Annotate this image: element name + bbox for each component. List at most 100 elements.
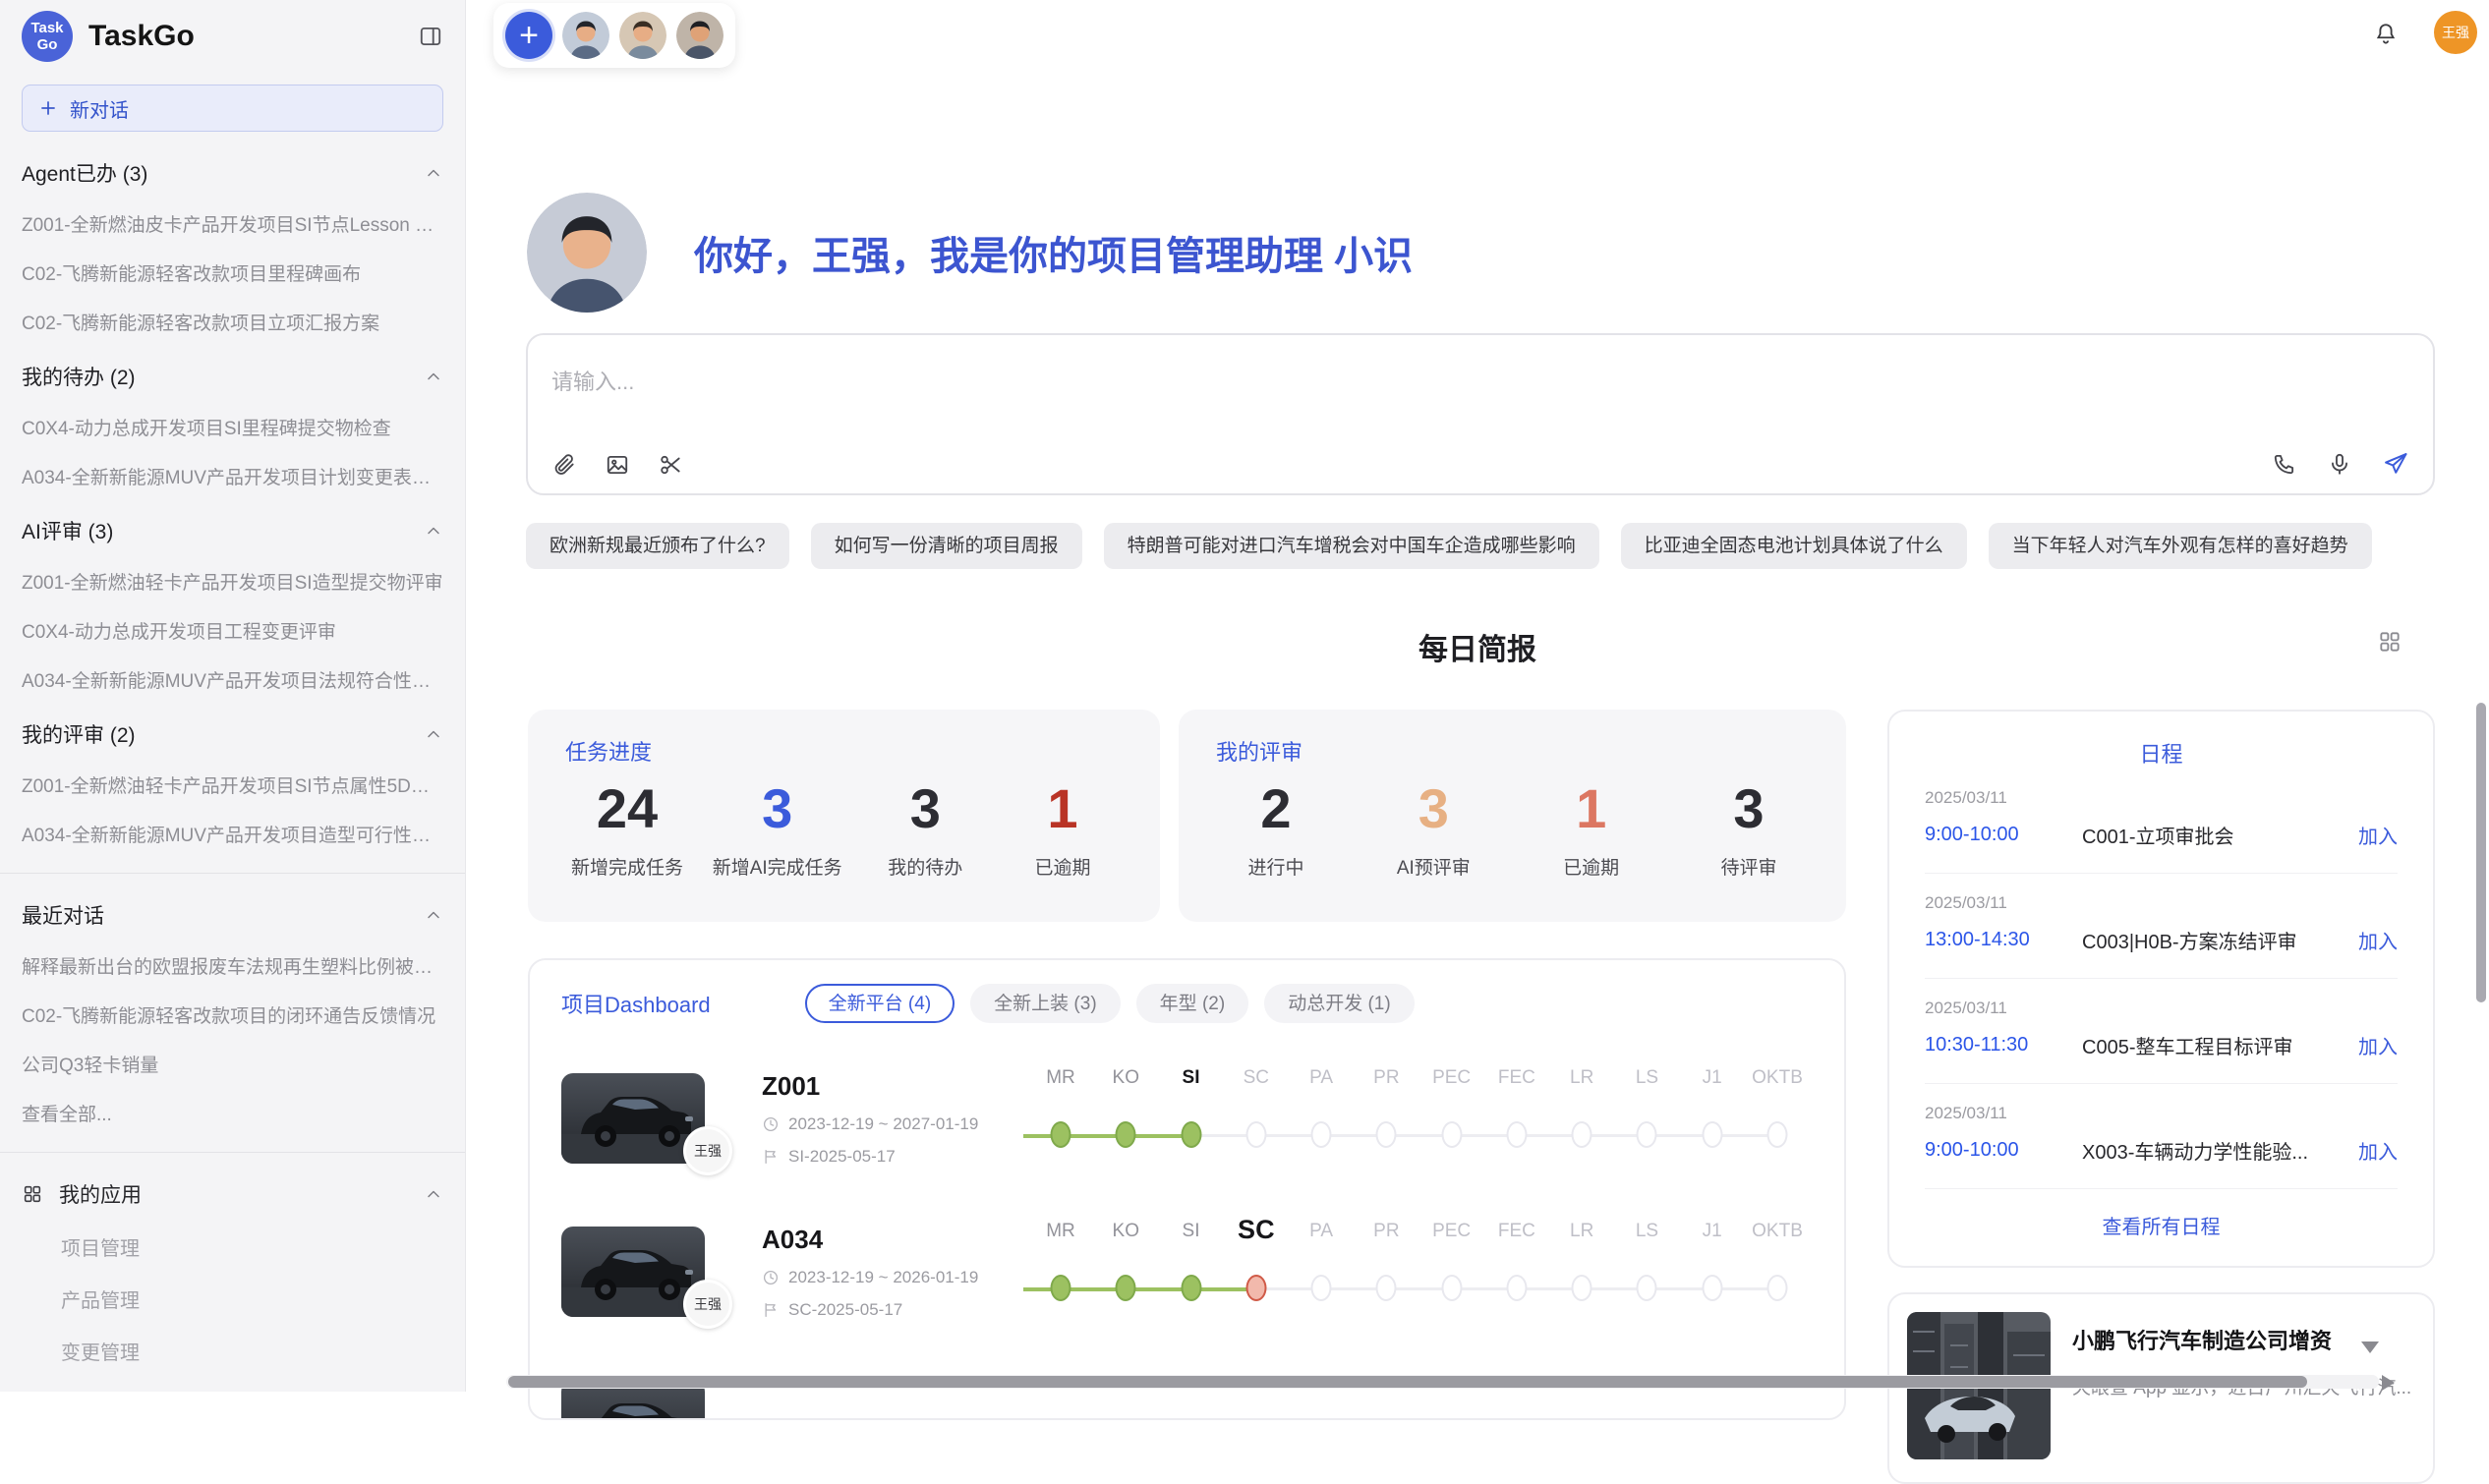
milestone-label: FEC xyxy=(1498,1067,1535,1089)
notifications-bell-icon[interactable] xyxy=(2373,22,2399,47)
stat-item: 24新增完成任务 xyxy=(571,778,683,880)
sidebar-item[interactable]: A034-全新新能源MUV产品开发项目计划变更表编写 xyxy=(22,463,443,489)
stat-label: AI预评审 xyxy=(1379,853,1487,880)
sidebar-item[interactable]: Z001-全新燃油轻卡产品开发项目SI节点属性5D文件评审 xyxy=(22,771,443,798)
sidebar-section-header[interactable]: 我的评审 (2) xyxy=(22,719,443,749)
chevron-up-icon[interactable] xyxy=(424,1184,443,1204)
recent-chat-item[interactable]: 公司Q3轻卡销量 xyxy=(22,1051,443,1077)
logo-line-2: Go xyxy=(37,36,58,53)
view-all-schedule-link[interactable]: 查看所有日程 xyxy=(1925,1211,2398,1239)
phone-icon[interactable] xyxy=(2272,451,2297,477)
event-row: 9:00-10:00X003-车辆动力学性能验...加入 xyxy=(1925,1136,2398,1165)
chevron-up-icon[interactable] xyxy=(424,163,443,183)
vertical-scrollbar-thumb[interactable] xyxy=(2476,703,2486,1002)
milestone-label: PA xyxy=(1309,1221,1333,1242)
app-item[interactable]: 变更管理 xyxy=(61,1337,443,1365)
image-icon[interactable] xyxy=(605,452,630,478)
milestone-dot xyxy=(1441,1275,1462,1301)
sidebar-item[interactable]: Z001-全新燃油皮卡产品开发项目SI节点Lesson Learn报告 xyxy=(22,210,443,237)
join-event-link[interactable]: 加入 xyxy=(2358,821,2398,849)
sidebar-item[interactable]: A034-全新新能源MUV产品开发项目法规符合性评审 xyxy=(22,666,443,693)
milestone-label: OKTB xyxy=(1752,1221,1803,1242)
suggestion-chip[interactable]: 当下年轻人对汽车外观有怎样的喜好趋势 xyxy=(1989,523,2372,569)
main-content: + 王强 你好，王强，我是你的项目管理助理 小识 请输入... 欧洲新规最近颁布… xyxy=(466,0,2489,1392)
stat-value: 3 xyxy=(1695,778,1803,839)
schedule-event: 2025/03/119:00-10:00C001-立项审批会加入 xyxy=(1925,769,2398,874)
milestone-label: MR xyxy=(1046,1067,1075,1089)
stat-item: 3AI预评审 xyxy=(1379,778,1487,880)
sidebar-apps: 我的应用项目管理产品管理变更管理查看全部...我的云空间我的收藏 xyxy=(22,1179,443,1392)
app-item[interactable]: 产品管理 xyxy=(61,1284,443,1313)
milestone-dot xyxy=(1506,1275,1527,1301)
event-date: 2025/03/11 xyxy=(1925,788,2398,808)
event-title: C003|H0B-方案冻结评审 xyxy=(2082,926,2358,954)
suggestion-chip[interactable]: 欧洲新规最近颁布了什么? xyxy=(526,523,789,569)
dashboard-tab[interactable]: 全新平台 (4) xyxy=(805,984,955,1023)
project-rows: 王强Z0012023-12-19 ~ 2027-01-19SI-2025-05-… xyxy=(561,1060,1813,1420)
agent-avatar-2[interactable] xyxy=(619,12,666,59)
dashboard-tab[interactable]: 全新上装 (3) xyxy=(970,984,1121,1023)
project-info: A0342023-12-19 ~ 2026-01-19SC-2025-05-17 xyxy=(762,1225,1025,1320)
scroll-right-arrow[interactable] xyxy=(2382,1375,2395,1391)
new-chat-button[interactable]: 新对话 xyxy=(22,85,443,132)
user-avatar-badge[interactable]: 王强 xyxy=(2434,11,2477,54)
dashboard-tab[interactable]: 动总开发 (1) xyxy=(1264,984,1415,1023)
send-icon[interactable] xyxy=(2382,450,2409,478)
scroll-down-arrow[interactable] xyxy=(2361,1341,2379,1353)
suggestion-chip[interactable]: 如何写一份清晰的项目周报 xyxy=(811,523,1082,569)
mic-icon[interactable] xyxy=(2327,451,2352,477)
sidebar-item[interactable]: A034-全新新能源MUV产品开发项目造型可行性评审 xyxy=(22,821,443,847)
event-date: 2025/03/11 xyxy=(1925,999,2398,1018)
app-logo: Task Go xyxy=(22,11,73,62)
briefing-layout-icon[interactable] xyxy=(2377,629,2402,655)
suggestion-chips: 欧洲新规最近颁布了什么? 如何写一份清晰的项目周报特朗普可能对进口汽车增税会对中国… xyxy=(526,523,2372,569)
flag-icon xyxy=(762,1301,780,1319)
milestone-dot xyxy=(1376,1275,1397,1301)
scissors-icon[interactable] xyxy=(658,452,683,478)
add-agent-button[interactable]: + xyxy=(505,12,552,59)
recent-chats-header[interactable]: 最近对话 xyxy=(22,900,443,930)
chevron-up-icon[interactable] xyxy=(424,905,443,925)
view-all-chats-link[interactable]: 查看全部... xyxy=(22,1100,443,1126)
chevron-up-icon[interactable] xyxy=(424,724,443,744)
apps-grid-icon xyxy=(22,1183,43,1205)
stat-label: 进行中 xyxy=(1222,853,1330,880)
milestone-dot xyxy=(1572,1275,1592,1301)
milestone-label: PR xyxy=(1373,1221,1399,1242)
milestone-label: MR xyxy=(1046,1221,1075,1242)
divider xyxy=(0,873,465,874)
suggestion-chip[interactable]: 特朗普可能对进口汽车增税会对中国车企造成哪些影响 xyxy=(1104,523,1599,569)
sidebar-section-header[interactable]: 我的待办 (2) xyxy=(22,362,443,391)
recent-chats-title: 最近对话 xyxy=(22,900,104,930)
recent-chat-item[interactable]: 解释最新出台的欧盟报废车法规再生塑料比例被调至15%... xyxy=(22,952,443,979)
collapse-sidebar-icon[interactable] xyxy=(418,24,443,49)
stat-value: 3 xyxy=(871,778,979,839)
sidebar-item[interactable]: C02-飞腾新能源轻客改款项目里程碑画布 xyxy=(22,259,443,286)
horizontal-scrollbar[interactable] xyxy=(506,1375,2379,1389)
sidebar-item[interactable]: C02-飞腾新能源轻客改款项目立项汇报方案 xyxy=(22,309,443,335)
app-item[interactable]: 项目管理 xyxy=(61,1232,443,1261)
project-name: A034 xyxy=(762,1225,1025,1255)
project-car-image: 王强 xyxy=(561,1073,705,1164)
join-event-link[interactable]: 加入 xyxy=(2358,926,2398,954)
chat-input[interactable]: 请输入... xyxy=(526,333,2435,495)
sidebar-section-header[interactable]: Agent已办 (3) xyxy=(22,158,443,188)
paperclip-icon[interactable] xyxy=(551,452,577,478)
sidebar-section-header[interactable]: AI评审 (3) xyxy=(22,516,443,545)
recent-chat-item[interactable]: C02-飞腾新能源轻客改款项目的闭环通告反馈情况 xyxy=(22,1001,443,1028)
sidebar-item[interactable]: C0X4-动力总成开发项目SI里程碑提交物检查 xyxy=(22,414,443,440)
join-event-link[interactable]: 加入 xyxy=(2358,1031,2398,1059)
sidebar-item[interactable]: Z001-全新燃油轻卡产品开发项目SI造型提交物评审 xyxy=(22,568,443,595)
milestone-track: MRKOSISCPAPRPECFECLRLSJ1OKTB xyxy=(1025,1217,1813,1327)
chevron-up-icon[interactable] xyxy=(424,367,443,386)
chevron-up-icon[interactable] xyxy=(424,521,443,541)
milestone-label: PEC xyxy=(1432,1067,1471,1089)
horizontal-scrollbar-thumb[interactable] xyxy=(508,1376,2307,1388)
suggestion-chip[interactable]: 比亚迪全固态电池计划具体说了什么 xyxy=(1621,523,1967,569)
agent-avatar-3[interactable] xyxy=(676,12,724,59)
agent-avatar-1[interactable] xyxy=(562,12,609,59)
sidebar-item[interactable]: C0X4-动力总成开发项目工程变更评审 xyxy=(22,617,443,644)
join-event-link[interactable]: 加入 xyxy=(2358,1136,2398,1165)
my-apps-header[interactable]: 我的应用 xyxy=(22,1179,443,1209)
dashboard-tab[interactable]: 年型 (2) xyxy=(1136,984,1249,1023)
